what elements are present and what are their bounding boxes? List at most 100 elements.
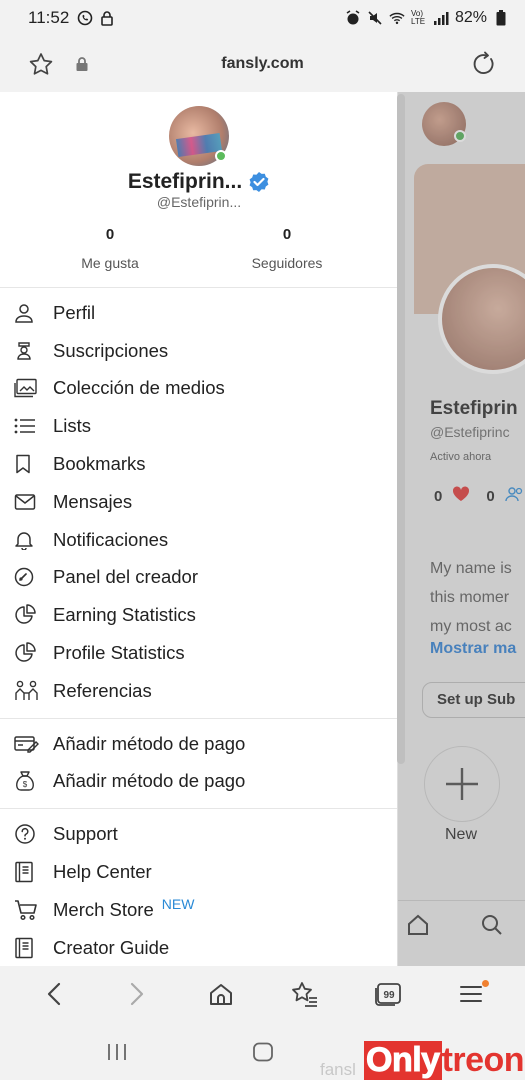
- new-badge: NEW: [161, 895, 195, 912]
- referrals-icon: [14, 680, 40, 702]
- menu-item-support[interactable]: Support: [0, 815, 397, 853]
- pie-chart-icon: [14, 642, 40, 664]
- money-bag-icon: $: [14, 770, 40, 792]
- gauge-icon: [14, 566, 40, 588]
- menu-item-label: Support: [53, 823, 118, 845]
- lock-status-icon: [99, 10, 115, 26]
- pie-chart-icon: [14, 604, 40, 626]
- menu-item-add-payment-card[interactable]: Añadir método de pago: [0, 725, 397, 763]
- online-status-dot: [215, 150, 227, 162]
- menu-item-creator-panel[interactable]: Panel del creador: [0, 559, 397, 597]
- likes-count: 0: [105, 226, 115, 243]
- watermark-part2: treon: [441, 1040, 525, 1079]
- whatsapp-icon: [77, 10, 93, 26]
- tabs-icon: 99: [374, 982, 402, 1011]
- battery-percent: 82%: [454, 9, 487, 26]
- menu-item-label: Perfil: [53, 301, 96, 323]
- profile-name: Estefiprin...: [127, 170, 243, 193]
- followers-label: Seguidores: [251, 255, 323, 271]
- svg-text:$: $: [23, 780, 28, 789]
- network-label: Vo) LTE: [410, 9, 426, 26]
- menu-item-profile[interactable]: Perfil: [0, 294, 397, 332]
- bell-icon: [14, 529, 40, 551]
- tabs-button[interactable]: 99: [368, 976, 408, 1016]
- alarm-icon: [345, 10, 361, 26]
- battery-icon: [493, 10, 509, 26]
- menu-button[interactable]: [451, 976, 491, 1016]
- lists-icon: [14, 415, 40, 437]
- bookmark-icon: [14, 453, 40, 475]
- menu-item-messages[interactable]: Mensajes: [0, 483, 397, 521]
- menu-item-label: Bookmarks: [53, 453, 146, 475]
- signal-icon: [433, 10, 449, 26]
- menu-item-label: Añadir método de pago: [53, 732, 246, 754]
- back-button[interactable]: [34, 976, 74, 1016]
- menu-item-label: Suscripciones: [53, 339, 169, 361]
- profile-handle: @Estefiprin...: [156, 194, 242, 210]
- bookmarks-button[interactable]: [284, 976, 324, 1016]
- notification-dot: [482, 980, 490, 987]
- drawer-profile-header: Estefiprin... @Estefiprin... 0 Me gusta …: [0, 92, 397, 288]
- wifi-icon: [389, 10, 405, 26]
- home-button[interactable]: [201, 976, 241, 1016]
- menu-item-label: Creator Guide: [53, 936, 170, 958]
- watermark-part1: Only: [364, 1040, 442, 1080]
- menu-item-profile-statistics[interactable]: Profile Statistics: [0, 634, 397, 672]
- menu-item-subscriptions[interactable]: Suscripciones: [0, 332, 397, 370]
- ghost-url-text: fansl: [320, 1060, 356, 1079]
- menu-item-label: Profile Statistics: [53, 642, 185, 664]
- menu-item-label: Añadir método de pago: [53, 770, 246, 792]
- likes-label: Me gusta: [81, 255, 139, 271]
- menu-item-merch-store[interactable]: Merch Store NEW: [0, 891, 397, 929]
- reload-icon[interactable]: [471, 51, 497, 82]
- menu-item-bookmarks[interactable]: Bookmarks: [0, 445, 397, 483]
- menu-item-label: Merch Store: [53, 898, 154, 920]
- star-list-icon: [290, 981, 318, 1012]
- favorite-star-icon[interactable]: [28, 52, 54, 82]
- likes-stat: 0 Me gusta: [45, 226, 175, 271]
- drawer-scrollbar[interactable]: [397, 94, 405, 764]
- verified-badge-icon: [248, 171, 270, 193]
- chevron-right-icon: [129, 982, 145, 1011]
- cart-icon: [14, 899, 40, 921]
- person-icon: [14, 302, 40, 324]
- recent-apps-icon[interactable]: [106, 1042, 128, 1067]
- home-icon: [208, 982, 234, 1011]
- profile-name-row[interactable]: Estefiprin...: [0, 170, 398, 194]
- menu-item-label: Colección de medios: [53, 377, 225, 399]
- followers-count: 0: [282, 226, 292, 243]
- media-collection-icon: [14, 377, 40, 399]
- followers-stat[interactable]: 0 Seguidores: [222, 226, 352, 271]
- menu-item-help-center[interactable]: Help Center: [0, 853, 397, 891]
- menu-item-creator-guide[interactable]: Creator Guide: [0, 929, 397, 966]
- menu-item-label: Panel del creador: [53, 566, 199, 588]
- svg-text:99: 99: [383, 990, 395, 1001]
- status-bar: 11:52 Vo) LTE 82%: [0, 0, 525, 36]
- menu-item-notifications[interactable]: Notificaciones: [0, 521, 397, 559]
- menu-item-add-payment-method[interactable]: $ Añadir método de pago: [0, 763, 397, 801]
- menu-item-label: Notificaciones: [53, 528, 169, 550]
- menu-item-lists[interactable]: Lists: [0, 407, 397, 445]
- menu-item-label: Lists: [53, 415, 92, 437]
- web-page: Estefiprin @Estefiprinc Activo ahora 0 0…: [0, 92, 525, 966]
- home-nav-icon[interactable]: [252, 1042, 274, 1067]
- main-menu-group: Perfil Suscripciones Colección de medios…: [0, 288, 397, 719]
- menu-item-earning-statistics[interactable]: Earning Statistics: [0, 596, 397, 634]
- menu-item-media-collection[interactable]: Colección de medios: [0, 370, 397, 408]
- drawer-backdrop[interactable]: [398, 92, 525, 966]
- help-circle-icon: [14, 823, 40, 845]
- menu-item-label: Earning Statistics: [53, 604, 196, 626]
- forward-button[interactable]: [117, 976, 157, 1016]
- mute-icon: [367, 10, 383, 26]
- menu-item-label: Mensajes: [53, 490, 133, 512]
- subscriptions-icon: [14, 340, 40, 362]
- chevron-left-icon: [46, 982, 62, 1011]
- menu-item-referrals[interactable]: Referencias: [0, 672, 397, 710]
- secure-lock-icon[interactable]: [75, 56, 89, 77]
- book-icon: [14, 937, 40, 959]
- envelope-icon: [14, 491, 40, 513]
- book-icon: [14, 861, 40, 883]
- payment-menu-group: Añadir método de pago $ Añadir método de…: [0, 719, 397, 810]
- status-time: 11:52: [28, 8, 70, 27]
- menu-item-label: Help Center: [53, 861, 152, 883]
